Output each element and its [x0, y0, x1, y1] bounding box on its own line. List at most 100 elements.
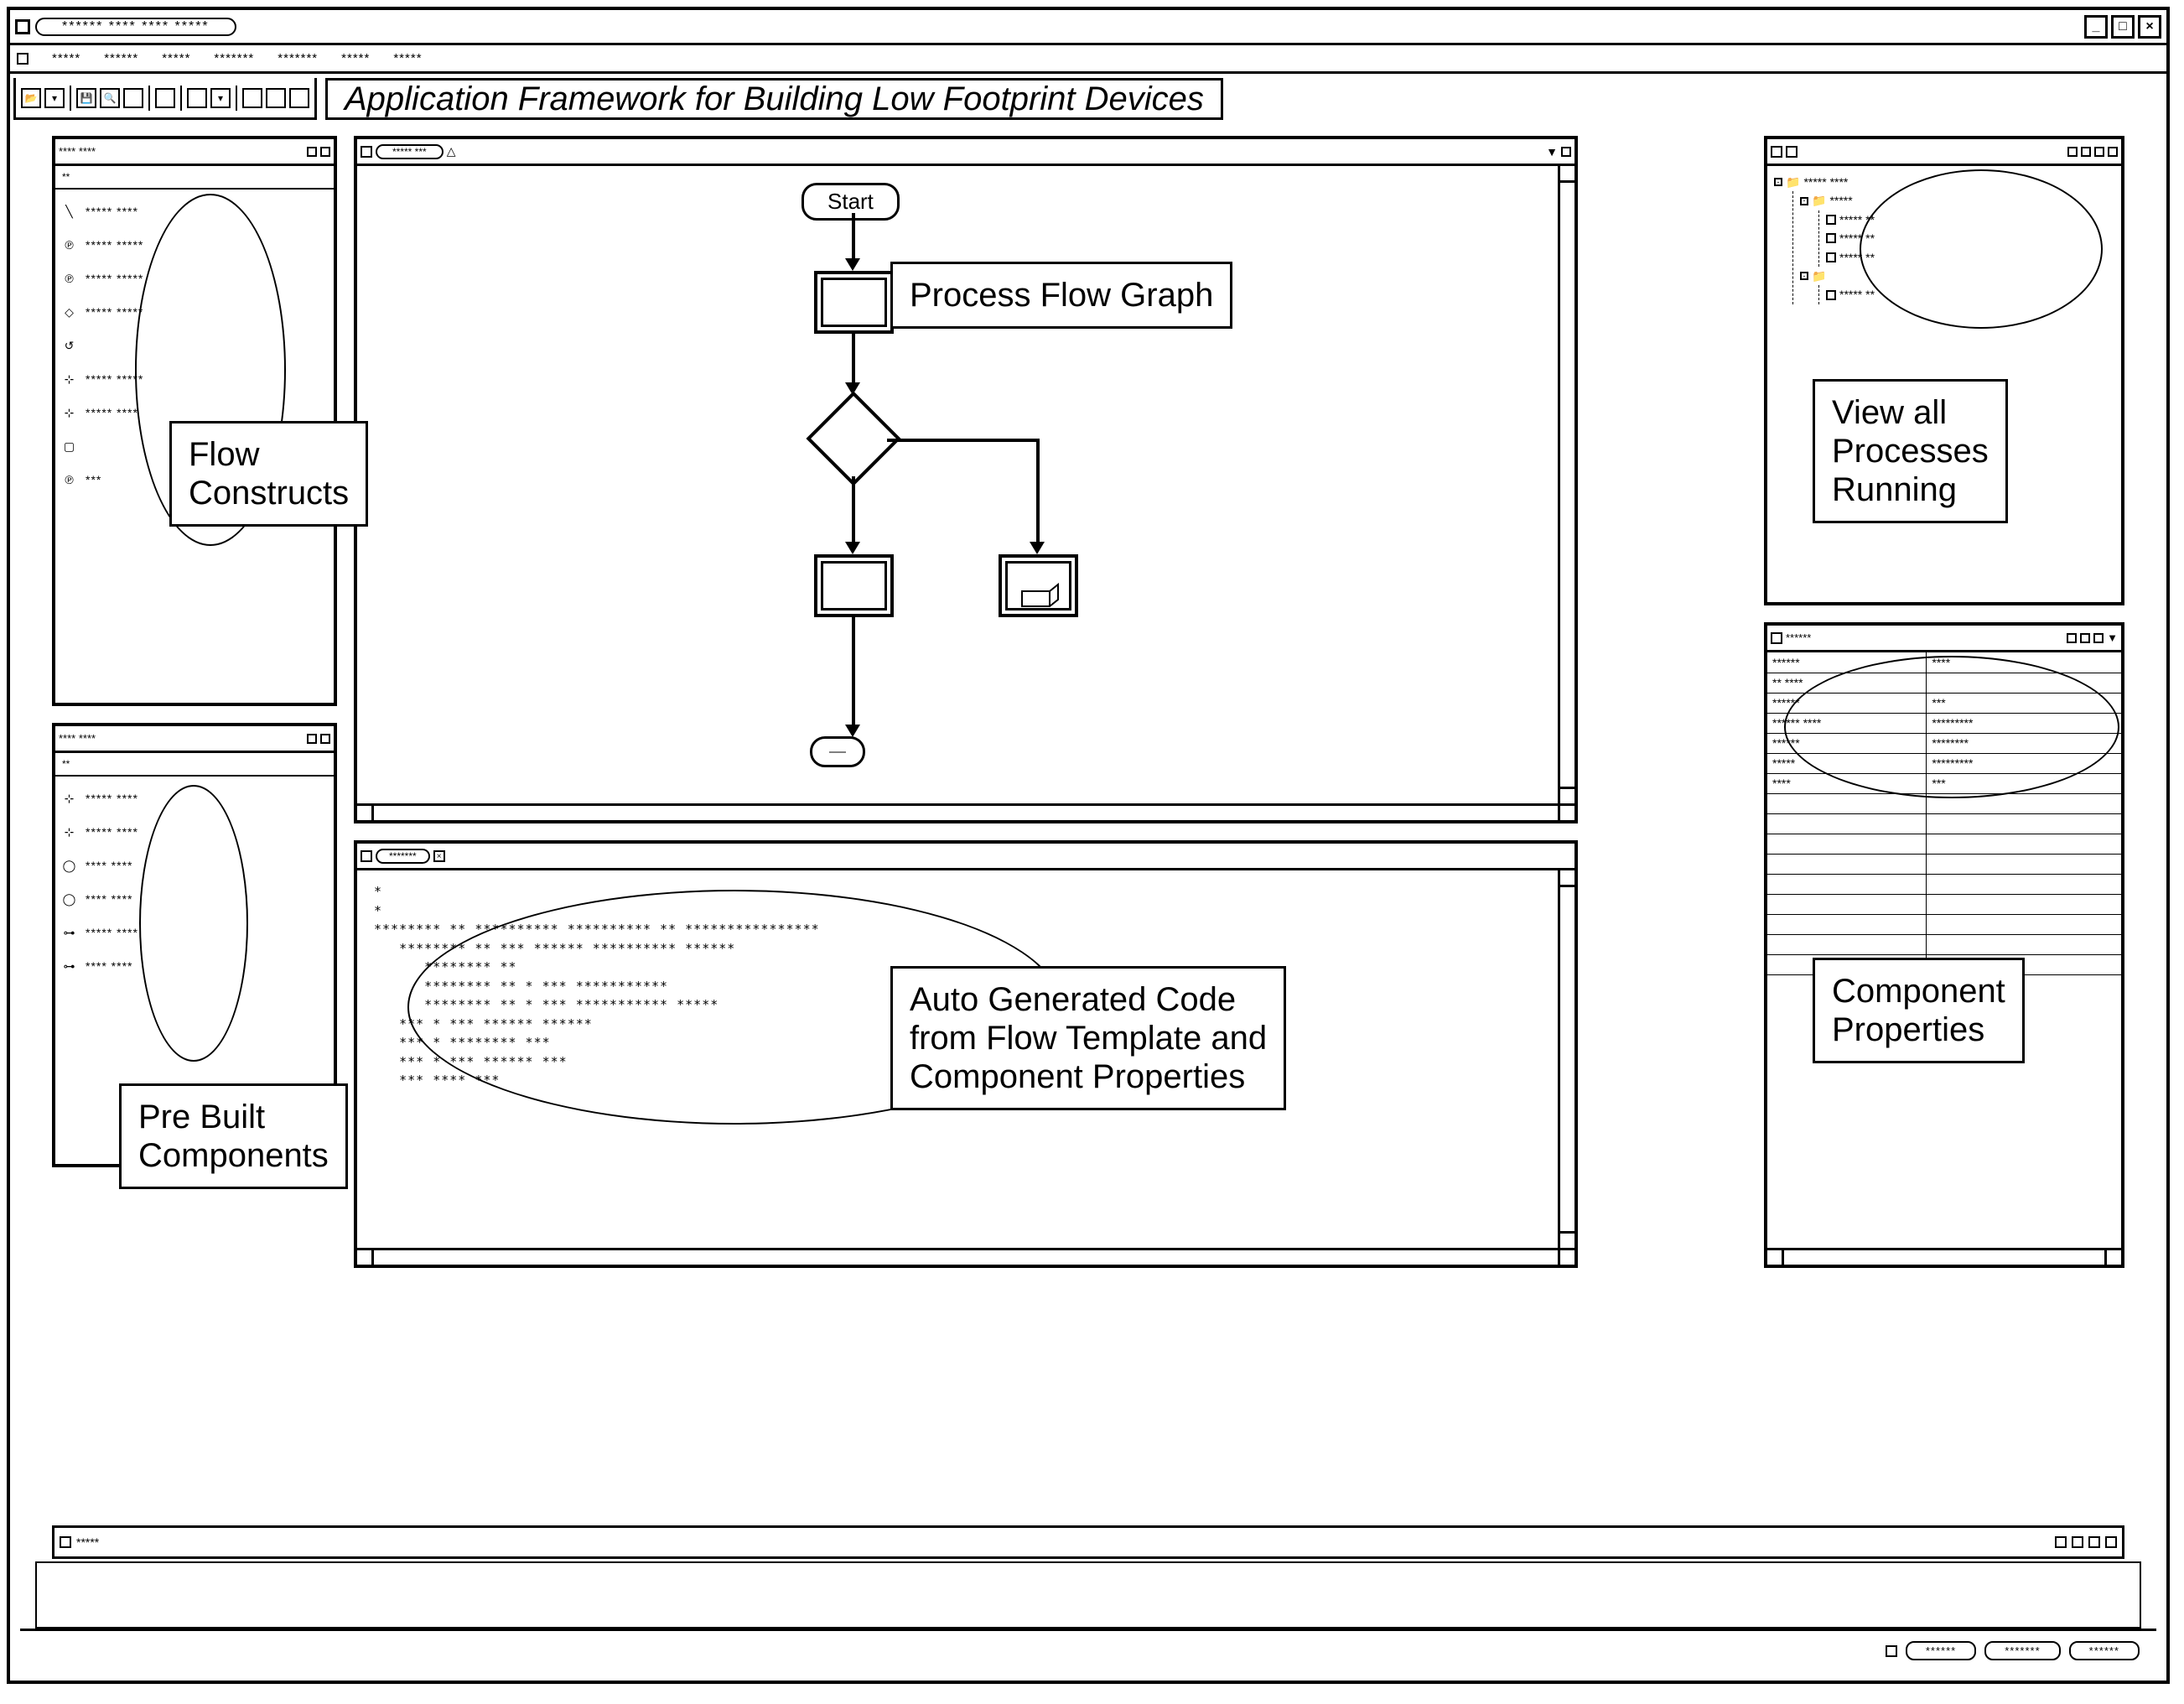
palette-item[interactable]: ⊶***** **** — [60, 916, 329, 949]
save-button[interactable]: 💾 — [76, 88, 96, 108]
panel-control-icon[interactable] — [2067, 633, 2077, 643]
status-control-icon[interactable] — [2072, 1536, 2083, 1548]
panel-icon — [1771, 632, 1782, 644]
scrollbar-horizontal[interactable] — [357, 1248, 1574, 1265]
tab-icon[interactable] — [1771, 146, 1782, 158]
window-title: ****** **** **** ***** — [35, 18, 236, 36]
palette-item[interactable]: ℗***** ***** — [60, 228, 329, 262]
console-area — [35, 1561, 2141, 1629]
process-node[interactable] — [814, 271, 894, 334]
app-window: ****** **** **** ***** _ □ × ***** *****… — [7, 7, 2170, 1684]
minimize-button[interactable]: _ — [2084, 15, 2108, 39]
palette-item[interactable]: ⊹***** **** — [60, 782, 329, 815]
tool-button[interactable] — [289, 88, 309, 108]
maximize-button[interactable]: □ — [2111, 15, 2135, 39]
scrollbar-vertical[interactable] — [1558, 870, 1574, 1248]
status-icon — [60, 1536, 71, 1548]
tool-button[interactable] — [242, 88, 262, 108]
flow-canvas[interactable]: ***** *** △ ▼ Start — [354, 136, 1578, 823]
status-pill: ****** — [2069, 1641, 2140, 1660]
titlebar: ****** **** **** ***** _ □ × — [10, 10, 2166, 45]
search-button[interactable]: 🔍 — [100, 88, 120, 108]
menubar: ***** ****** ***** ******* ******* *****… — [10, 45, 2166, 74]
palette-item[interactable]: ⊹***** **** — [60, 815, 329, 849]
status-pill: ****** — [1906, 1641, 1976, 1660]
scrollbar-horizontal[interactable] — [357, 803, 1574, 820]
panel-control-icon[interactable] — [2081, 147, 2091, 157]
status-text: ***** — [76, 1535, 99, 1549]
callout-processes: View all Processes Running — [1813, 379, 2008, 523]
palette-item[interactable]: ╲***** **** — [60, 195, 329, 228]
palette-item[interactable]: ↺ — [60, 329, 329, 362]
menu-item[interactable]: ***** — [341, 51, 370, 65]
tab-label[interactable]: ** — [62, 758, 70, 770]
palette-item[interactable]: ℗***** ***** — [60, 262, 329, 295]
scrollbar-vertical[interactable] — [1558, 166, 1574, 803]
status-bar: ***** — [52, 1525, 2124, 1559]
status-pill: ******* — [1984, 1641, 2060, 1660]
process-tree[interactable]: -📁***** **** -📁***** ***** ** ***** ** *… — [1767, 166, 2121, 311]
scrollbar-horizontal[interactable] — [1767, 1248, 2121, 1265]
menu-item[interactable]: ***** — [52, 51, 80, 65]
panel-control-icon[interactable] — [320, 734, 330, 744]
canvas-title: ***** *** — [376, 144, 444, 159]
menu-item[interactable]: ******* — [214, 51, 254, 65]
dropdown-icon[interactable]: ▾ — [44, 88, 65, 108]
panel-control-icon[interactable] — [320, 147, 330, 157]
dropdown-icon[interactable]: ▼ — [2107, 631, 2118, 644]
panel-control-icon[interactable] — [1561, 147, 1571, 157]
status-icon — [1886, 1645, 1897, 1657]
menu-item[interactable]: ***** — [393, 51, 422, 65]
tab-label[interactable]: ** — [62, 171, 70, 183]
menu-item[interactable]: ****** — [104, 51, 138, 65]
palette-item[interactable]: ◯**** **** — [60, 882, 329, 916]
panel-title: ****** — [1786, 631, 1811, 644]
expand-icon[interactable]: - — [1800, 272, 1808, 280]
start-node[interactable]: Start — [801, 183, 900, 221]
sysmenu-icon[interactable] — [15, 19, 30, 34]
callout-compprops: Component Properties — [1813, 958, 2025, 1063]
palette-item[interactable]: ◇***** ***** — [60, 295, 329, 329]
panel-control-icon[interactable] — [307, 147, 317, 157]
stop-button[interactable] — [123, 88, 143, 108]
close-icon[interactable]: × — [433, 850, 445, 862]
palette-item[interactable]: ⊹***** ***** — [60, 362, 329, 396]
panel-control-icon[interactable] — [2093, 633, 2104, 643]
process-node[interactable] — [999, 554, 1078, 617]
callout-flow-constructs: Flow Constructs — [169, 421, 368, 527]
properties-table[interactable]: ********** ** **** ********* ****** ****… — [1767, 652, 2121, 975]
panel-control-icon[interactable] — [2094, 147, 2104, 157]
collapse-icon[interactable]: - — [1800, 197, 1808, 205]
open-button[interactable]: 📂 — [21, 88, 41, 108]
panel-control-icon[interactable] — [307, 734, 317, 744]
panel-title: **** **** — [59, 145, 96, 158]
code-title: ******* — [376, 849, 430, 864]
panel-control-icon[interactable] — [2080, 633, 2090, 643]
bottom-statusbar: ****** ******* ****** — [20, 1629, 2156, 1670]
tool-button[interactable] — [266, 88, 286, 108]
panel-control-icon[interactable] — [2067, 147, 2078, 157]
tool-button[interactable] — [187, 88, 207, 108]
panel-icon — [361, 850, 372, 862]
status-control-icon[interactable] — [2105, 1536, 2117, 1548]
process-tree-panel: -📁***** **** -📁***** ***** ** ***** ** *… — [1764, 136, 2124, 605]
dropdown-icon[interactable]: ▾ — [210, 88, 231, 108]
callout-codegen: Auto Generated Code from Flow Template a… — [890, 966, 1286, 1110]
collapse-icon[interactable]: - — [1774, 178, 1782, 186]
panel-title: **** **** — [59, 732, 96, 745]
panel-icon — [361, 146, 372, 158]
tab-icon[interactable] — [1786, 146, 1798, 158]
palette-item[interactable]: ⊶**** **** — [60, 949, 329, 983]
properties-panel: ****** ▼ ********** ** **** ********* **… — [1764, 622, 2124, 1268]
menu-item[interactable]: ******* — [278, 51, 318, 65]
process-node[interactable] — [814, 554, 894, 617]
menu-item[interactable]: ***** — [162, 51, 190, 65]
close-button[interactable]: × — [2138, 15, 2161, 39]
status-control-icon[interactable] — [2055, 1536, 2067, 1548]
end-node[interactable]: ⎯⎯ — [810, 736, 865, 767]
callout-prebuilt: Pre Built Components — [119, 1083, 348, 1189]
status-control-icon[interactable] — [2088, 1536, 2100, 1548]
palette-item[interactable]: ◯**** **** — [60, 849, 329, 882]
panel-control-icon[interactable] — [2108, 147, 2118, 157]
tool-button[interactable] — [155, 88, 175, 108]
